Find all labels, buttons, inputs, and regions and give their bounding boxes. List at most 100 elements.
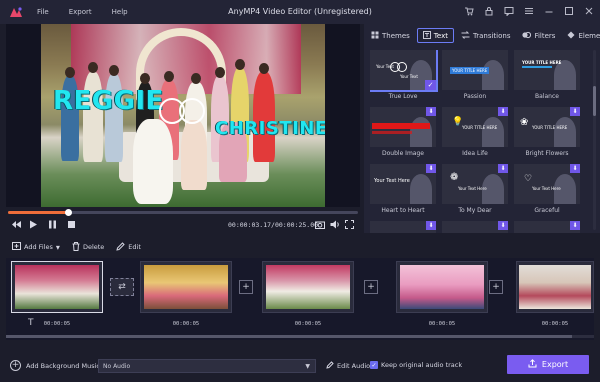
- panel-scrollbar[interactable]: [593, 50, 596, 230]
- export-button[interactable]: Export: [507, 355, 589, 374]
- text-icon: [422, 30, 431, 41]
- chevron-down-icon: ▼: [305, 363, 310, 370]
- template-tile[interactable]: Your Text Here ⬇ Heart to Heart: [370, 164, 436, 215]
- thumb-title-bar: YOUR TITLE HERE: [450, 67, 490, 74]
- add-files-button[interactable]: Add Files ▾: [12, 242, 60, 252]
- template-tile[interactable]: ⬇: [514, 221, 580, 233]
- template-tile[interactable]: ❀ YOUR TITLE HERE ⬇ Bright Flowers: [514, 107, 580, 158]
- video-preview[interactable]: REGGIE CHRISTINE: [6, 24, 360, 207]
- wedding-ring-icon: [179, 98, 205, 124]
- timeline-scrollbar[interactable]: [6, 335, 594, 338]
- edit-audio-button[interactable]: Edit Audio: [326, 361, 370, 371]
- clip-frame: [396, 261, 488, 313]
- add-transition-button[interactable]: +: [364, 280, 378, 294]
- tab-themes[interactable]: Themes: [366, 28, 415, 43]
- menu-icon[interactable]: [523, 5, 534, 16]
- fullscreen-icon[interactable]: [345, 220, 354, 232]
- progress-knob[interactable]: [64, 209, 72, 216]
- thumb-text: Your Text Here: [458, 186, 487, 191]
- register-icon[interactable]: [483, 5, 494, 16]
- template-tile[interactable]: ⬇ Double Image: [370, 107, 436, 158]
- volume-icon[interactable]: [330, 220, 340, 232]
- template-tile[interactable]: YOUR TITLE HERE Balance: [514, 50, 580, 101]
- play-icon[interactable]: [29, 220, 38, 232]
- person-head: [140, 73, 150, 84]
- timeline-toolbar: Add Files ▾ Delete Edit: [0, 236, 600, 258]
- edit-button[interactable]: Edit: [116, 241, 141, 253]
- tab-transitions[interactable]: Transitions: [456, 28, 516, 43]
- scrollbar-thumb[interactable]: [6, 335, 572, 338]
- transition-slot-filled[interactable]: ⇄: [110, 278, 134, 296]
- minimize-icon[interactable]: [543, 5, 554, 16]
- timeline-clip[interactable]: 00:00:05: [262, 261, 354, 327]
- snapshot-icon[interactable]: [315, 220, 325, 232]
- overlay-text-christine: CHRISTINE: [215, 118, 325, 139]
- keep-audio-checkbox[interactable]: ✓: [370, 361, 378, 369]
- keep-audio-option[interactable]: ✓ Keep original audio track: [370, 361, 462, 369]
- clip-frame: [11, 261, 103, 313]
- template-tile[interactable]: Your Text Your Text ✓ True Love: [370, 50, 438, 101]
- template-tile[interactable]: ♡ Your Text Here ⬇ Graceful: [514, 164, 580, 215]
- maximize-icon[interactable]: [563, 5, 574, 16]
- person-head: [88, 62, 98, 73]
- timeline-clip[interactable]: 00:00:05: [516, 261, 594, 327]
- effects-panel: Themes Text Transitions Filters Elements…: [364, 24, 600, 233]
- timeline-clip[interactable]: 00:00:05: [140, 261, 232, 327]
- progress-fill: [8, 211, 68, 214]
- text-track-icon[interactable]: T: [28, 318, 34, 328]
- template-tile[interactable]: ⬇: [442, 221, 508, 233]
- prev-frame-icon[interactable]: [12, 220, 22, 232]
- person: [181, 120, 207, 190]
- download-icon[interactable]: ⬇: [498, 107, 508, 116]
- download-icon[interactable]: ⬇: [570, 164, 580, 173]
- tab-label: Filters: [534, 31, 556, 40]
- cart-icon[interactable]: [463, 5, 474, 16]
- close-icon[interactable]: [583, 5, 594, 16]
- download-icon[interactable]: ⬇: [570, 221, 580, 230]
- download-icon[interactable]: ⬇: [426, 164, 436, 173]
- thumb-silhouette: [410, 117, 432, 147]
- pause-icon[interactable]: [48, 220, 57, 232]
- panel-tabs: Themes Text Transitions Filters Elements: [366, 28, 600, 46]
- tab-elements[interactable]: Elements: [562, 28, 600, 43]
- timeline-clip[interactable]: 00:00:05: [11, 261, 103, 327]
- themes-icon: [371, 31, 379, 41]
- timeline-clip[interactable]: 00:00:05: [396, 261, 488, 327]
- template-tile[interactable]: ❁ Your Text Here ⬇ To My Dear: [442, 164, 508, 215]
- flower-icon: ❁: [450, 172, 459, 183]
- stop-icon[interactable]: [67, 220, 76, 232]
- feedback-icon[interactable]: [503, 5, 514, 16]
- clip-thumbnail: [266, 265, 350, 309]
- person-head: [235, 59, 245, 70]
- chevron-down-icon[interactable]: ▾: [56, 243, 60, 252]
- edit-audio-label: Edit Audio: [337, 362, 371, 370]
- download-icon[interactable]: ⬇: [570, 107, 580, 116]
- thumb-text: Your Text Here: [532, 186, 561, 191]
- bride: [133, 119, 173, 204]
- thumb-red-bar: [372, 123, 430, 129]
- progress-bar[interactable]: [8, 209, 358, 216]
- add-transition-button[interactable]: +: [239, 280, 253, 294]
- add-music-icon[interactable]: +: [10, 360, 21, 371]
- menu-file[interactable]: File: [37, 8, 49, 16]
- add-transition-button[interactable]: +: [489, 280, 503, 294]
- download-icon[interactable]: ⬇: [498, 164, 508, 173]
- transition-icon: ⇄: [118, 282, 126, 292]
- download-icon[interactable]: ⬇: [426, 221, 436, 230]
- person: [253, 72, 275, 162]
- audio-select[interactable]: No Audio ▼: [98, 359, 316, 373]
- menu-export[interactable]: Export: [69, 8, 92, 16]
- delete-button[interactable]: Delete: [72, 241, 104, 253]
- template-tile[interactable]: YOUR TITLE HERE 💡 ⬇ Idea Life: [442, 107, 508, 158]
- clip-duration: 00:00:05: [172, 321, 200, 327]
- tab-filters[interactable]: Filters: [517, 28, 560, 43]
- tab-text[interactable]: Text: [416, 28, 454, 43]
- menu-help[interactable]: Help: [112, 8, 128, 16]
- template-tile[interactable]: ⬇: [370, 221, 436, 233]
- download-icon[interactable]: ⬇: [426, 107, 436, 116]
- template-tile[interactable]: YOUR TITLE HERE Passion: [442, 50, 508, 101]
- scrollbar-thumb[interactable]: [593, 86, 596, 116]
- clip-duration: 00:00:05: [541, 321, 569, 327]
- clip-frame: [140, 261, 232, 313]
- download-icon[interactable]: ⬇: [498, 221, 508, 230]
